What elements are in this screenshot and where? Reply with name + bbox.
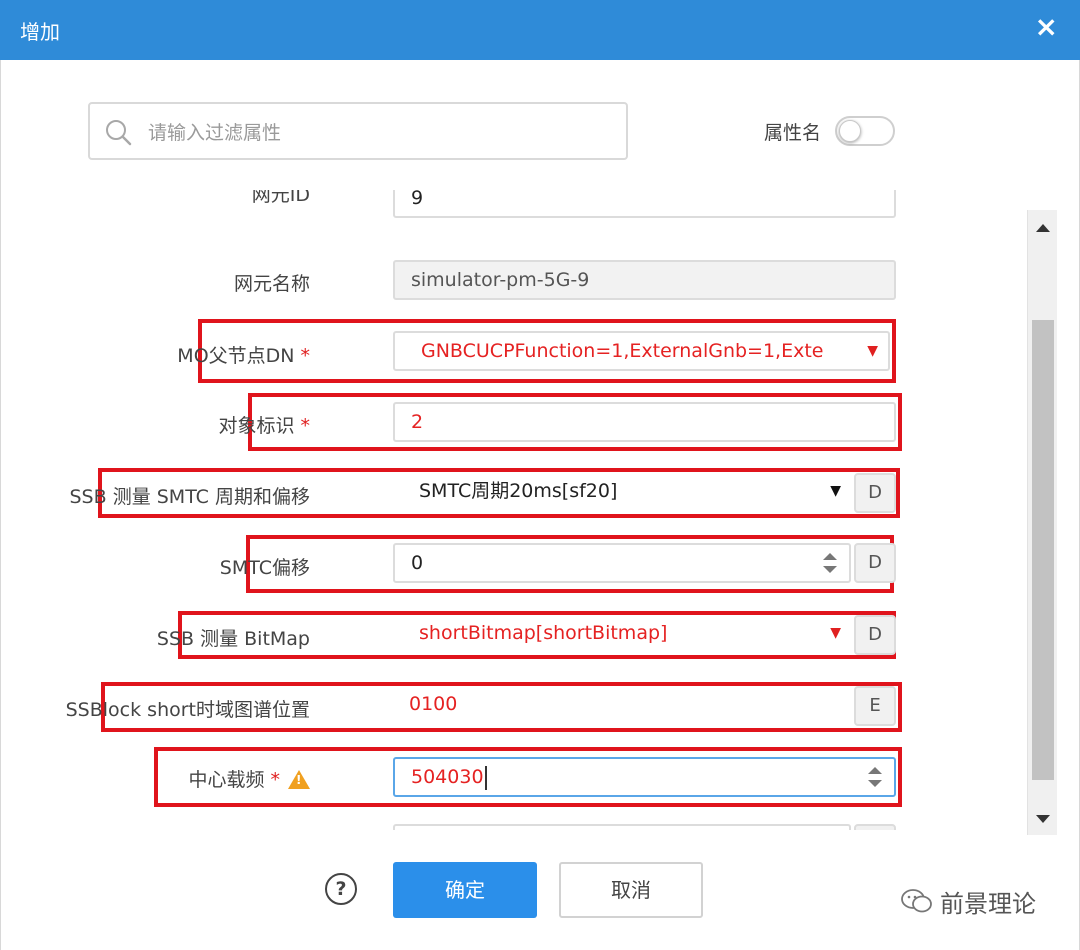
confirm-button[interactable]: 确定 xyxy=(393,862,537,918)
ssb-bitmap-select[interactable]: shortBitmap[shortBitmap] ▼ xyxy=(393,615,851,655)
mo-parent-dn-value: GNBCUCPFunction=1,ExternalGnb=1,Exte xyxy=(421,340,824,362)
dropdown-arrow-icon[interactable]: ▼ xyxy=(867,333,878,369)
toggle-knob xyxy=(839,120,861,142)
watermark-text: 前景理论 xyxy=(940,890,1036,918)
ssb-smtc-label: SSB 测量 SMTC 周期和偏移 xyxy=(69,486,311,508)
next-row-field[interactable] xyxy=(393,824,851,830)
required-mark: * xyxy=(300,415,311,437)
ssb-bitmap-label: SSB 测量 BitMap xyxy=(156,628,310,650)
object-id-label: 对象标识 * xyxy=(218,415,311,437)
ne-name-field: simulator-pm-5G-9 xyxy=(393,260,896,300)
attribute-form: 网元ID 9 网元名称 simulator-pm-5G-9 MO父节点DN * G… xyxy=(0,190,1025,830)
required-mark: * xyxy=(300,345,311,367)
ne-id-label: 网元ID xyxy=(251,190,310,206)
scroll-down-arrow-icon[interactable] xyxy=(1036,815,1050,823)
required-mark: * xyxy=(270,769,281,791)
attribute-name-toggle[interactable] xyxy=(835,116,895,146)
smtc-offset-stepper[interactable]: 0 xyxy=(393,543,851,583)
ssblock-short-label: SSBlock short时域图谱位置 xyxy=(65,699,310,721)
ne-name-label: 网元名称 xyxy=(233,273,310,295)
warning-icon: ! xyxy=(288,770,310,789)
smtc-offset-default-button[interactable]: D xyxy=(854,543,896,583)
mo-parent-dn-select[interactable]: GNBCUCPFunction=1,ExternalGnb=1,Exte ▼ xyxy=(393,331,890,371)
spinner-arrows-icon[interactable] xyxy=(823,549,837,577)
filter-input[interactable] xyxy=(148,118,608,148)
ne-name-value: simulator-pm-5G-9 xyxy=(411,269,590,291)
next-row-button[interactable] xyxy=(854,824,896,830)
ssb-bitmap-default-button[interactable]: D xyxy=(854,615,896,655)
dropdown-arrow-icon[interactable]: ▼ xyxy=(830,473,841,509)
filter-search-box[interactable] xyxy=(88,102,628,160)
scroll-up-arrow-icon[interactable] xyxy=(1036,224,1050,232)
smtc-offset-value: 0 xyxy=(411,552,424,574)
ssblock-short-edit-button[interactable]: E xyxy=(854,686,896,726)
mo-parent-dn-label: MO父节点DN * xyxy=(177,345,311,367)
text-cursor xyxy=(484,765,487,790)
ssb-bitmap-value: shortBitmap[shortBitmap] xyxy=(419,622,668,644)
wechat-logo-icon xyxy=(901,889,932,913)
help-icon[interactable]: ? xyxy=(325,873,357,905)
ssblock-short-input[interactable]: 0100 xyxy=(393,686,851,726)
object-id-value: 2 xyxy=(411,411,424,433)
ssblock-short-value: 0100 xyxy=(409,693,458,715)
ssb-smtc-value: SMTC周期20ms[sf20] xyxy=(419,480,618,502)
close-icon[interactable]: × xyxy=(1035,13,1058,41)
dialog-title: 增加 xyxy=(20,20,60,44)
attribute-name-toggle-label: 属性名 xyxy=(764,122,822,144)
center-freq-label: 中心载频 *! xyxy=(188,765,310,792)
dropdown-arrow-icon[interactable]: ▼ xyxy=(830,615,841,651)
scrollbar-thumb[interactable] xyxy=(1032,320,1054,780)
watermark: 前景理论 xyxy=(900,884,1060,924)
spinner-arrows-icon[interactable] xyxy=(868,763,882,791)
center-freq-value: 504030 xyxy=(411,766,484,788)
ne-id-value: 9 xyxy=(411,190,424,209)
dialog-titlebar: 增加 × xyxy=(0,0,1080,60)
form-scrollbar[interactable] xyxy=(1027,210,1057,835)
center-freq-stepper[interactable]: 504030 xyxy=(393,757,896,797)
cancel-button[interactable]: 取消 xyxy=(559,862,703,918)
object-id-input[interactable]: 2 xyxy=(393,402,896,442)
smtc-offset-label: SMTC偏移 xyxy=(219,557,310,579)
ne-id-field[interactable]: 9 xyxy=(393,190,896,218)
search-icon xyxy=(106,120,132,146)
ssb-smtc-default-button[interactable]: D xyxy=(854,473,896,513)
ssb-smtc-select[interactable]: SMTC周期20ms[sf20] ▼ xyxy=(393,473,851,513)
